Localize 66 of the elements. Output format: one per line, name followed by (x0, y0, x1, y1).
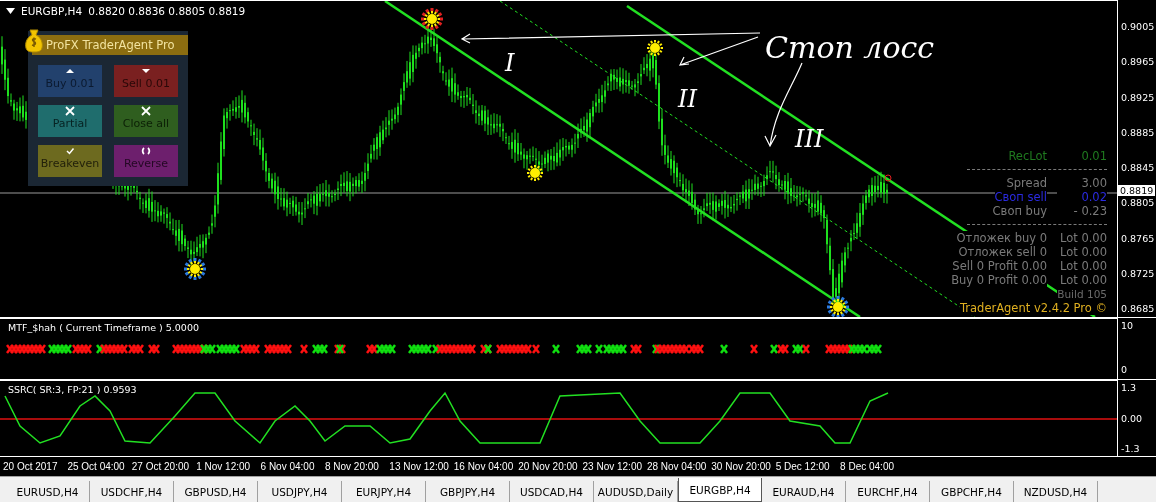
star-marker-icon (182, 256, 208, 282)
scale-label: 10 (1121, 320, 1135, 331)
scale-label: -1.3 (1121, 443, 1141, 454)
cycle-icon (140, 146, 152, 156)
time-label: 5 Dec 12:00 (775, 461, 831, 472)
info-label: RecLot (1008, 149, 1047, 163)
annotation-mark: II (678, 85, 697, 113)
scale-label: 0.00 (1121, 412, 1144, 424)
star-marker-icon (419, 6, 445, 32)
info-label: Своп sell (994, 190, 1047, 204)
price-tick: 0.8925 (1121, 91, 1155, 103)
trend-line[interactable] (384, 1, 861, 317)
info-label: Spread (1006, 176, 1047, 190)
time-label: 25 Oct 04:00 (67, 461, 126, 472)
panel-title: ProFX TraderAgent Pro (46, 38, 175, 52)
price-tick: 0.8685 (1121, 303, 1155, 314)
price-tick: 0.8965 (1121, 56, 1155, 68)
info-label: Buy 0 Profit 0.00 (951, 273, 1047, 287)
price-tick: 0.8725 (1121, 267, 1155, 279)
time-label: 13 Nov 12:00 (389, 461, 450, 472)
info-label: Sell 0 Profit 0.00 (952, 259, 1047, 273)
price-tick: 0.9005 (1121, 21, 1155, 32)
down-arrow-icon (140, 66, 152, 76)
time-label: 8 Nov 20:00 (324, 461, 380, 472)
indicator-title: MTF_$hah ( Current Timeframe ) 5.0000 (8, 322, 199, 333)
time-label: 23 Nov 12:00 (582, 461, 643, 472)
scale-label: 0 (1121, 364, 1129, 375)
time-label: 6 Nov 04:00 (260, 461, 316, 472)
annotation-mark: III (795, 125, 824, 153)
time-label: 30 Nov 20:00 (711, 461, 772, 472)
build-label: Build 105 (1057, 287, 1107, 301)
chart-tab[interactable]: EURGBP,H4 (678, 478, 762, 502)
dropdown-icon[interactable] (6, 8, 15, 14)
time-label: 8 Dec 04:00 (840, 461, 895, 472)
chart-tab[interactable]: AUDUSD,Daily (594, 481, 678, 502)
time-label: 16 Nov 04:00 (453, 461, 515, 472)
order-marker-icon (884, 174, 892, 182)
price-tick: 0.8885 (1121, 126, 1155, 138)
price-tick: 0.8805 (1121, 197, 1155, 209)
star-marker-icon (526, 164, 544, 182)
current-price-label: 0.8819 (1118, 185, 1156, 196)
price-tick: 0.8765 (1121, 232, 1155, 244)
price-tick: 0.8845 (1121, 162, 1155, 173)
time-label: 27 Oct 20:00 (131, 461, 191, 472)
close-icon (64, 106, 76, 116)
time-label: 20 Oct 2017 (3, 461, 59, 472)
info-label: Своп buy (992, 204, 1047, 218)
ohlc-values: 0.8820 0.8836 0.8805 0.8819 (88, 5, 246, 17)
info-label: Отложек sell 0 (958, 245, 1047, 259)
info-value: 0.02 (1057, 190, 1107, 204)
version-label: TraderAgent v2.4.2 Pro © (959, 301, 1107, 315)
check-icon (64, 146, 76, 156)
symbol-label: EURGBP,H4 (21, 5, 83, 17)
time-label: 1 Nov 12:00 (196, 461, 252, 472)
annotation-text: Стоп лосс (765, 30, 935, 65)
star-marker-icon (646, 39, 664, 57)
up-arrow-icon (64, 66, 76, 76)
time-label: 28 Nov 04:00 (646, 461, 708, 472)
annotation-mark: I (505, 49, 515, 77)
indicator-title: SSRC( SR:3, FP:21 ) 0.9593 (8, 384, 137, 395)
money-bag-icon (24, 29, 44, 53)
close-icon (140, 106, 152, 116)
scale-label: 1.3 (1121, 382, 1138, 393)
time-label: 20 Nov 20:00 (518, 461, 579, 472)
star-marker-icon (825, 294, 851, 317)
info-label: Отложек buy 0 (956, 231, 1047, 245)
